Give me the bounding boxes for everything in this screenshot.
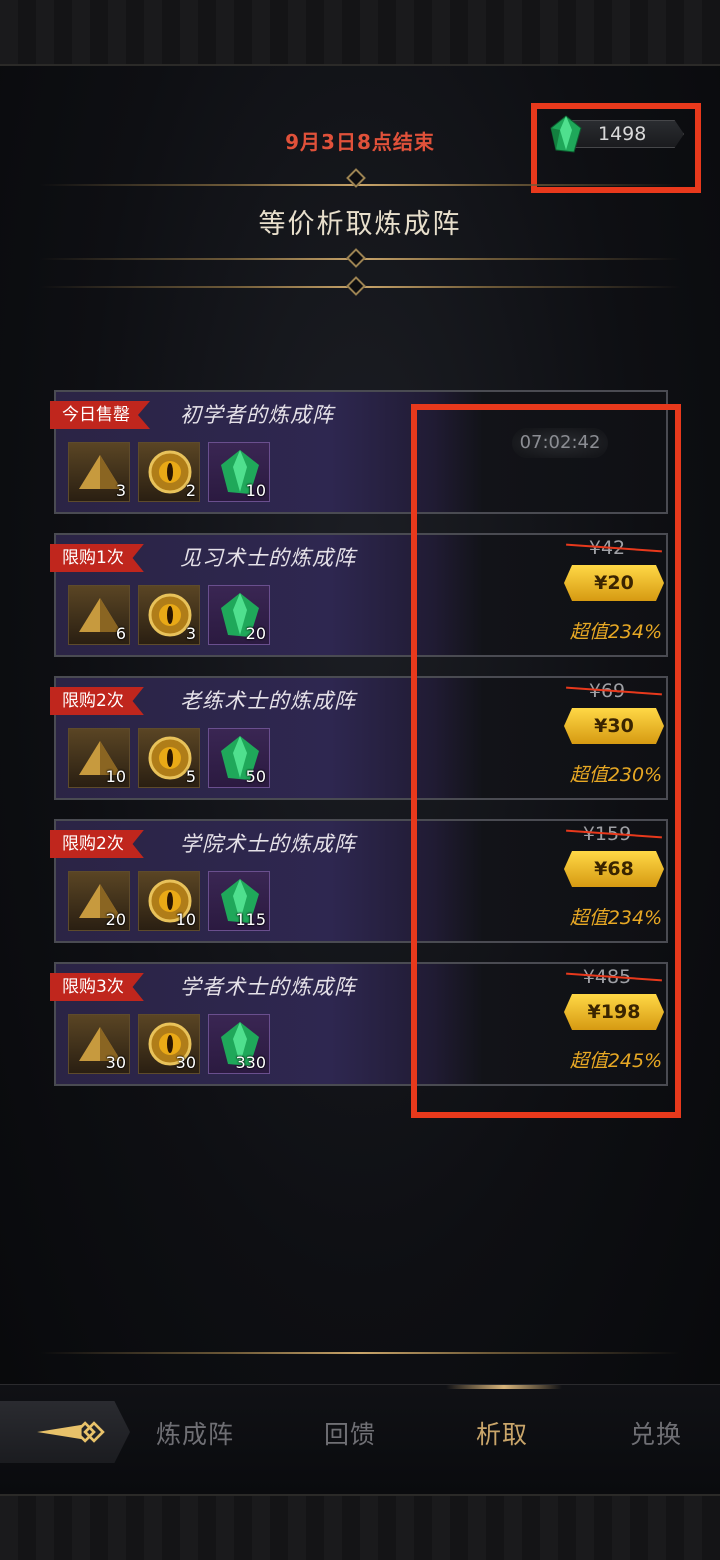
green-gem-icon xyxy=(550,115,582,153)
price-area: ¥159 ¥68 超值234% xyxy=(486,821,670,941)
value-percent: 超值245% xyxy=(569,1050,663,1072)
header-divider-top xyxy=(40,184,680,186)
pack-items: 30 30 330 xyxy=(68,1014,270,1074)
pack-item[interactable]: 330 xyxy=(208,1014,270,1074)
active-tab-indicator xyxy=(446,1385,562,1389)
item-count: 50 xyxy=(245,767,266,786)
pack-item[interactable]: 115 xyxy=(208,871,270,931)
pack-item[interactable]: 3 xyxy=(138,585,200,645)
pack-item[interactable]: 3 xyxy=(68,442,130,502)
item-count: 3 xyxy=(115,481,126,500)
pack-item[interactable]: 2 xyxy=(138,442,200,502)
refresh-timer: 07:02:42 xyxy=(512,428,608,458)
value-percent: 超值234% xyxy=(569,621,663,643)
currency-display[interactable]: 1498 xyxy=(546,115,688,153)
tab-alchemy-array[interactable]: 炼成阵 xyxy=(156,1415,234,1451)
page-title: 等价析取炼成阵 xyxy=(258,209,462,240)
currency-amount: 1498 xyxy=(598,123,647,145)
item-count: 30 xyxy=(105,1053,126,1072)
item-count: 30 xyxy=(175,1053,196,1072)
item-count: 3 xyxy=(185,624,196,643)
value-percent: 超值234% xyxy=(569,907,663,929)
pack-name: 学者术士的炼成阵 xyxy=(180,975,356,999)
bottom-frame xyxy=(0,1494,720,1560)
pack-row: 限购3次 学者术士的炼成阵 30 30 330 ¥485 ¥198 超值245% xyxy=(50,962,670,1086)
pack-item[interactable]: 5 xyxy=(138,728,200,788)
item-count: 6 xyxy=(115,624,126,643)
item-count: 20 xyxy=(105,910,126,929)
pack-item[interactable]: 20 xyxy=(68,871,130,931)
back-arrow-icon xyxy=(37,1421,105,1443)
pack-row: 今日售罄 初学者的炼成阵 3 2 10 07:02:42 xyxy=(50,390,668,514)
buy-button[interactable]: ¥30 xyxy=(564,708,664,744)
buy-button[interactable]: ¥198 xyxy=(564,994,664,1030)
pack-name: 学院术士的炼成阵 xyxy=(180,832,356,856)
price-area: ¥69 ¥30 超值230% xyxy=(486,678,670,798)
pack-limit-tag: 限购1次 xyxy=(50,544,144,572)
pack-limit-tag: 限购2次 xyxy=(50,830,144,858)
pack-row: 限购2次 老练术士的炼成阵 10 5 50 ¥69 ¥30 超值230% xyxy=(50,676,670,800)
pack-item[interactable]: 30 xyxy=(138,1014,200,1074)
pack-name: 初学者的炼成阵 xyxy=(180,403,334,427)
pack-limit-tag: 今日售罄 xyxy=(50,401,150,429)
pack-items: 6 3 20 xyxy=(68,585,270,645)
footer-divider xyxy=(40,1352,680,1354)
pack-row: 限购2次 学院术士的炼成阵 20 10 115 ¥159 ¥68 超值234% xyxy=(50,819,670,943)
item-count: 10 xyxy=(245,481,266,500)
tab-exchange[interactable]: 兑换 xyxy=(630,1415,682,1451)
tab-extract[interactable]: 析取 xyxy=(476,1415,528,1451)
buy-button[interactable]: ¥68 xyxy=(564,851,664,887)
item-count: 10 xyxy=(175,910,196,929)
buy-button[interactable]: ¥20 xyxy=(564,565,664,601)
back-button[interactable] xyxy=(0,1401,130,1463)
price-area: ¥42 ¥20 超值234% xyxy=(486,535,670,655)
item-count: 115 xyxy=(235,910,266,929)
value-percent: 超值230% xyxy=(569,764,663,786)
pack-item[interactable]: 30 xyxy=(68,1014,130,1074)
pack-item[interactable]: 10 xyxy=(68,728,130,788)
item-count: 330 xyxy=(235,1053,266,1072)
item-count: 20 xyxy=(245,624,266,643)
pack-item[interactable]: 20 xyxy=(208,585,270,645)
pack-limit-tag: 限购3次 xyxy=(50,973,144,1001)
pack-item[interactable]: 10 xyxy=(208,442,270,502)
pack-item[interactable]: 10 xyxy=(138,871,200,931)
pack-items: 20 10 115 xyxy=(68,871,270,931)
item-count: 10 xyxy=(105,767,126,786)
tab-feedback[interactable]: 回馈 xyxy=(324,1415,376,1451)
item-count: 5 xyxy=(185,767,196,786)
price-area: ¥485 ¥198 超值245% xyxy=(486,964,670,1084)
top-frame xyxy=(0,0,720,66)
item-count: 2 xyxy=(185,481,196,500)
bottom-tab-bar: 炼成阵 回馈 析取 兑换 xyxy=(0,1384,720,1494)
pack-row: 限购1次 见习术士的炼成阵 6 3 20 ¥42 ¥20 超值234% xyxy=(50,533,670,657)
pack-limit-tag: 限购2次 xyxy=(50,687,144,715)
pack-items: 3 2 10 xyxy=(68,442,270,502)
pack-item[interactable]: 6 xyxy=(68,585,130,645)
pack-items: 10 5 50 xyxy=(68,728,270,788)
pack-item[interactable]: 50 xyxy=(208,728,270,788)
pack-name: 老练术士的炼成阵 xyxy=(180,689,356,713)
pack-name: 见习术士的炼成阵 xyxy=(180,546,356,570)
